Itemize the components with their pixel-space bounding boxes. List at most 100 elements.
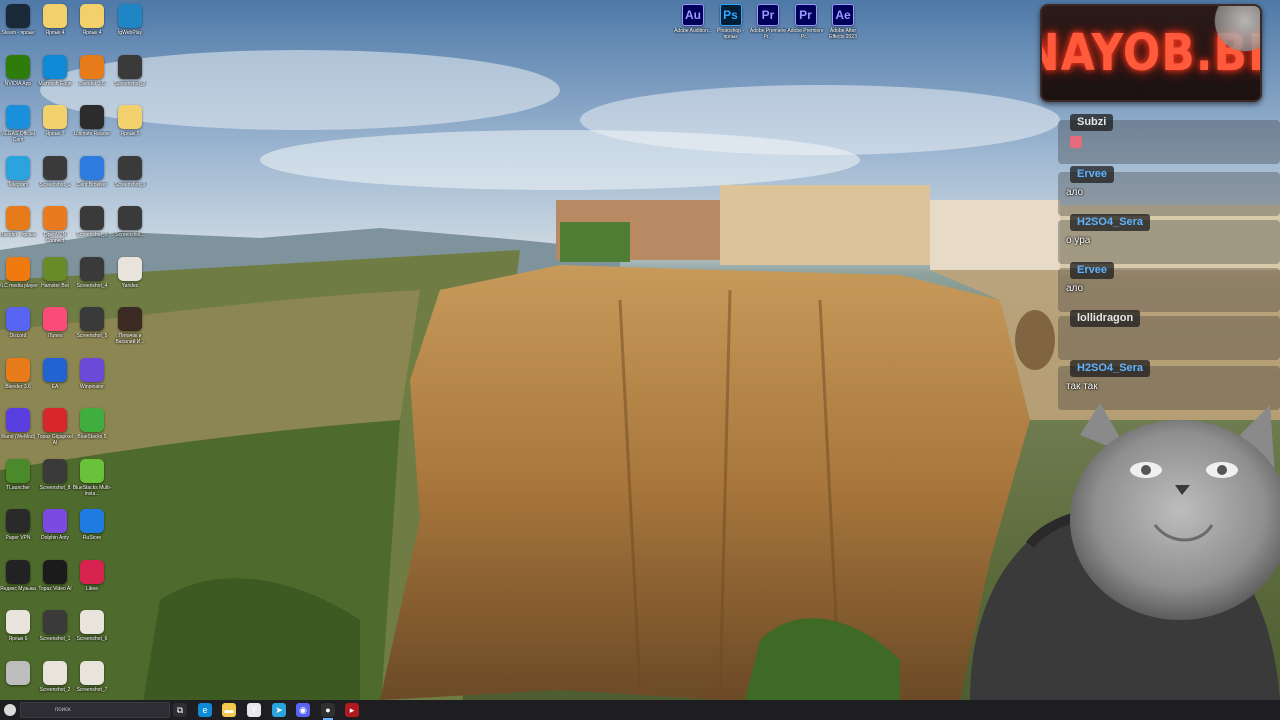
desktop-icon[interactable]: Blender - ярлык xyxy=(0,206,36,254)
screenshot-icon xyxy=(80,610,104,634)
desktop-icon[interactable]: Pr Adobe Premiere Pr... xyxy=(750,4,786,52)
desktop-icon[interactable]: Likee xyxy=(74,559,110,608)
desktop-icon[interactable]: Telegram xyxy=(0,155,36,204)
desktop-icon[interactable]: Screenshot_6 xyxy=(74,610,110,658)
desktop-icon-label: Photoshop - ярлык xyxy=(717,28,744,40)
desktop-icon-label: Screenshot_2 xyxy=(114,80,146,87)
yandex-music-icon xyxy=(6,559,30,584)
desktop-icon[interactable]: Ae Adobe After Effects 2023 xyxy=(825,4,861,52)
desktop-icon-label: Screenshot_1 xyxy=(39,181,71,188)
desktop-icon-label: Screenshot_6 xyxy=(76,636,108,642)
desktop-icon[interactable]: TLauncher xyxy=(0,458,36,507)
desktop-icon[interactable]: Blender 3.6 xyxy=(0,357,36,406)
desktop-icon[interactable]: Screenshot_3 xyxy=(74,206,110,254)
dolphin-icon xyxy=(43,509,67,533)
search-placeholder: поиск xyxy=(55,707,71,713)
telegram-icon[interactable]: ➤ xyxy=(272,703,286,717)
desktop-icon[interactable]: Au Adobe Audition... xyxy=(674,4,712,52)
photoshop-icon: Ps xyxy=(719,4,742,26)
topaz-icon xyxy=(43,408,67,432)
desktop-icon[interactable]: Screenshot_2 xyxy=(112,54,148,103)
desktop-icon[interactable]: Microsoft Edge xyxy=(37,54,73,103)
desktop-icon[interactable]: EA xyxy=(37,357,73,406)
chat-username: H2SO4_Sera xyxy=(1070,214,1151,231)
desktop-icon[interactable]: Screenshot_8 xyxy=(37,458,73,507)
desktop-icon-label: Screenshot_1 xyxy=(39,636,71,642)
desktop-icon-label: Cent Browser xyxy=(76,181,108,188)
desktop-icon[interactable]: Screenshot... xyxy=(112,206,148,254)
desktop-icon[interactable]: Ярлык 4 xyxy=(37,4,73,52)
desktop-icon[interactable]: Ярлык 6 xyxy=(0,610,36,658)
desktop-icon[interactable]: Screenshot_4 xyxy=(74,256,110,305)
desktop-icon[interactable]: RuStore xyxy=(74,509,110,557)
desktop-icon-label: Wand (WeMod) xyxy=(0,434,36,440)
desktop-icon[interactable]: Discord xyxy=(0,307,36,355)
file-explorer-icon[interactable]: ▬ xyxy=(222,703,236,717)
desktop-icon[interactable]: Ps Photoshop - ярлык xyxy=(713,4,749,52)
desktop-icon[interactable]: Yandex xyxy=(112,256,148,305)
desktop-icon[interactable]: Ярлык 7 xyxy=(37,105,73,153)
discord-icon xyxy=(6,307,30,331)
desktop-icon[interactable]: tgWebPlay xyxy=(112,4,148,52)
desktop-icon[interactable]: Dolphin Anty xyxy=(37,509,73,557)
desktop-icon[interactable]: Ярлык 4 xyxy=(74,4,110,52)
desktop-icon[interactable]: Screenshot_9 xyxy=(112,155,148,204)
task-view-icon[interactable]: ⧉ xyxy=(173,703,187,717)
discord-icon[interactable]: ◉ xyxy=(296,703,310,717)
app-icon[interactable]: ▸ xyxy=(345,703,359,717)
desktop-icon[interactable]: VEGAS Official Cam xyxy=(0,105,36,153)
start-button[interactable] xyxy=(0,700,20,720)
edge-icon[interactable]: e xyxy=(198,703,212,717)
desktop-icon-label: BlueStacks Multi-Insta... xyxy=(72,484,112,497)
desktop-icon[interactable]: Screenshot_5 xyxy=(74,307,110,355)
desktop-icon-label: VLC media player xyxy=(0,282,38,289)
desktop-icon[interactable]: Winpinator xyxy=(74,357,110,406)
desktop-icon-label: RuStore xyxy=(82,535,102,541)
desktop-icon[interactable]: NVIDIA App xyxy=(0,54,36,103)
desktop-icon[interactable]: Hamster Bot xyxy=(37,256,73,305)
winpinator-icon xyxy=(80,357,104,382)
desktop-icon[interactable]: Ярлык 5 xyxy=(112,105,148,153)
desktop-icon[interactable]: OpenVPN Connect xyxy=(37,206,73,254)
desktop-icon[interactable]: BlueStacks 5 xyxy=(74,408,110,456)
openvpn-icon xyxy=(43,206,67,230)
desktop-icon[interactable]: Steam - ярлык xyxy=(0,4,36,52)
folder-icon xyxy=(43,105,67,129)
chat-text: ало xyxy=(1066,283,1084,294)
desktop-icon-label: TLauncher xyxy=(6,484,30,491)
photo-icon xyxy=(118,307,142,331)
desktop-icon[interactable]: Topaz Video AI xyxy=(37,559,73,608)
reader-icon xyxy=(80,105,104,129)
screenshot-icon xyxy=(43,660,67,685)
desktop-icon[interactable]: Пятачок и Василий И... xyxy=(112,307,148,355)
yandex-browser-icon[interactable]: Y xyxy=(247,703,261,717)
desktop-icon[interactable]: Screenshot_1 xyxy=(37,610,73,658)
obs-icon[interactable]: ● xyxy=(321,703,335,720)
desktop-icon[interactable]: Topaz Gigapixel AI xyxy=(37,408,73,456)
desktop-icon-label: Yandex xyxy=(121,282,139,289)
logo-decoration xyxy=(1210,6,1260,56)
desktop-icon[interactable]: Wand (WeMod) xyxy=(0,408,36,456)
desktop-icon[interactable]: Яндекс Музыка xyxy=(0,559,36,608)
desktop-icon[interactable]: Screenshot_1 xyxy=(37,155,73,204)
desktop-icon[interactable]: iTunes xyxy=(37,307,73,355)
desktop-icon-label: Screenshot_3 xyxy=(76,232,108,238)
search-input[interactable]: поиск xyxy=(20,702,170,718)
desktop-icon-label: Ultimate Reader xyxy=(73,131,111,137)
desktop-icon[interactable]: Pr Adobe Premiere Pr... xyxy=(787,4,824,52)
topaz-video-icon xyxy=(43,559,67,584)
taskbar: поиск ⧉ e ▬ Y ➤ ◉ ● ▸ xyxy=(0,700,1280,720)
desktop-icon[interactable]: Blender 3.6 xyxy=(74,54,110,103)
screenshot-icon xyxy=(80,660,104,685)
edge-icon xyxy=(43,54,67,79)
folder-icon xyxy=(43,4,67,28)
desktop-icon[interactable]: BlueStacks Multi-Insta... xyxy=(72,458,112,507)
desktop-icon[interactable]: VLC media player xyxy=(0,256,38,305)
desktop-icon[interactable]: Ultimate Reader xyxy=(74,105,110,153)
vpn-icon xyxy=(6,509,30,533)
desktop-icon-label: Likee xyxy=(86,585,98,592)
desktop-icon-label: Topaz Video AI xyxy=(38,585,72,592)
desktop-icon[interactable]: Cent Browser xyxy=(74,155,110,204)
desktop-icon-label: Яндекс Музыка xyxy=(0,585,36,592)
desktop-icon[interactable]: Paper VPN xyxy=(0,509,36,557)
